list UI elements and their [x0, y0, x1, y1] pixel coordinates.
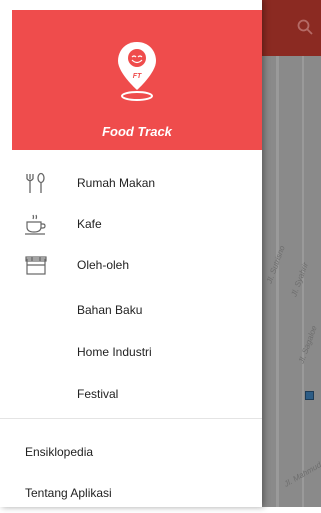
menu-item-oleh-oleh[interactable]: Oleh-oleh	[0, 245, 262, 285]
road-label: Jl. Sagaloe	[296, 324, 319, 365]
coffee-cup-icon	[23, 213, 49, 235]
menu-item-ensiklopedia[interactable]: Ensiklopedia	[0, 432, 262, 472]
menu-item-rumah-makan[interactable]: Rumah Makan	[0, 163, 262, 203]
road-label: Jl. Syahrir	[289, 261, 311, 298]
menu-item-bahan-baku[interactable]: Bahan Baku	[0, 290, 262, 330]
map-toolbar	[262, 0, 321, 56]
menu-item-festival[interactable]: Festival	[0, 374, 262, 414]
utensils-icon	[23, 172, 49, 194]
search-icon[interactable]	[296, 18, 314, 36]
menu-item-tentang-aplikasi[interactable]: Tentang Aplikasi	[0, 473, 262, 513]
logo-monogram: FT	[133, 73, 142, 80]
menu-item-label: Festival	[77, 387, 119, 401]
menu-item-kafe[interactable]: Kafe	[0, 204, 262, 244]
map-marker[interactable]	[305, 391, 314, 400]
menu-item-label: Home Industri	[77, 345, 152, 359]
map-background[interactable]: Jl. Sutrisno Jl. Syahrir Jl. Sagaloe Jl.…	[262, 0, 321, 507]
menu-item-home-industri[interactable]: Home Industri	[0, 332, 262, 372]
menu-item-label: Rumah Makan	[77, 176, 156, 190]
navigation-drawer: FT Food Track Rumah Makan Kafe Oleh-oleh…	[0, 0, 262, 507]
gift-box-icon	[23, 254, 49, 276]
drawer-header: FT Food Track	[12, 10, 262, 150]
menu-item-label: Oleh-oleh	[77, 258, 130, 272]
app-brand-name: Food Track	[102, 124, 172, 139]
menu-item-label: Ensiklopedia	[25, 445, 94, 459]
food-track-logo: FT	[118, 42, 156, 101]
menu-item-label: Kafe	[77, 217, 102, 231]
menu-item-label: Bahan Baku	[77, 303, 143, 317]
map-road	[276, 56, 279, 507]
menu-item-label: Tentang Aplikasi	[25, 486, 112, 500]
menu-divider	[0, 418, 262, 419]
